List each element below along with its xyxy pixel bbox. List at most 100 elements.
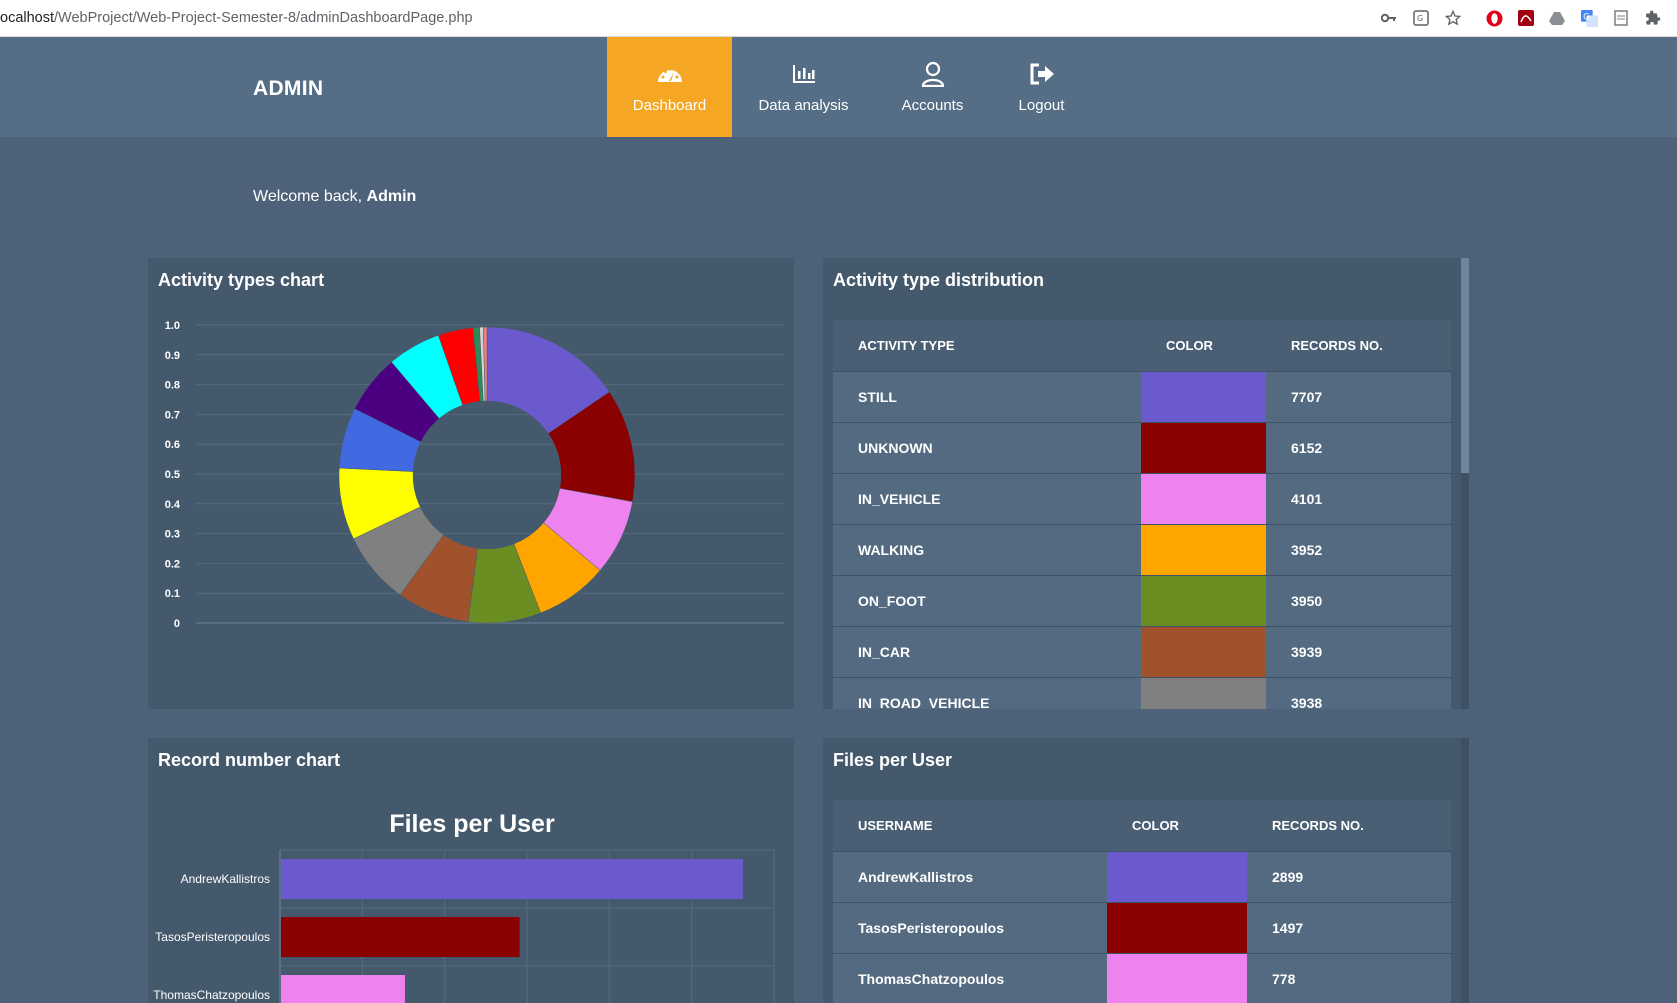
row-name: TasosPeristeropoulos <box>833 902 1107 954</box>
col-records: RECORDS NO. <box>1266 320 1451 372</box>
svg-text:G: G <box>1583 12 1590 22</box>
files-table-title: Files per User <box>833 750 953 770</box>
table-row: UNKNOWN 6152 <box>833 422 1451 474</box>
row-count: 4101 <box>1266 473 1451 525</box>
page-icon[interactable] <box>1612 9 1630 27</box>
row-count: 778 <box>1247 953 1451 1003</box>
welcome-prefix: Welcome back, <box>253 188 367 205</box>
top-navbar: ADMIN Dashboard Data analysis Accounts L… <box>0 37 1677 137</box>
url-text[interactable]: ocalhost/WebProject/Web-Project-Semester… <box>0 10 473 26</box>
y-tick-label: 0.5 <box>165 469 180 481</box>
activity-table-panel: Activity type distribution ACTIVITY TYPE… <box>823 258 1469 709</box>
y-tick-label: 0.4 <box>165 499 181 511</box>
bar-chart-title: Files per User <box>389 810 555 838</box>
row-count: 3938 <box>1266 677 1451 709</box>
table-row: IN_VEHICLE 4101 <box>833 473 1451 525</box>
row-count: 3939 <box>1266 626 1451 678</box>
bar-chart-icon <box>791 61 817 87</box>
dashboard-icon <box>656 61 684 87</box>
color-swatch <box>1141 626 1266 678</box>
color-swatch <box>1141 422 1266 474</box>
table-row: ON_FOOT 3950 <box>833 575 1451 627</box>
col-color: COLOR <box>1141 320 1266 372</box>
row-name: AndrewKallistros <box>833 851 1107 903</box>
star-icon[interactable] <box>1444 9 1462 27</box>
pdf-icon[interactable] <box>1517 9 1535 27</box>
color-swatch <box>1141 371 1266 423</box>
color-swatch <box>1141 677 1266 709</box>
y-tick-label: 0.2 <box>165 558 180 570</box>
row-count: 6152 <box>1266 422 1451 474</box>
nav-data-analysis-label: Data analysis <box>758 97 849 114</box>
scrollbar-thumb[interactable] <box>1461 258 1469 473</box>
nav-dashboard-label: Dashboard <box>632 97 707 114</box>
y-tick-label: 0 <box>174 618 180 630</box>
table-header-row: USERNAME COLOR RECORDS NO. <box>833 800 1451 852</box>
nav-accounts-label: Accounts <box>901 97 964 114</box>
puzzle-icon[interactable] <box>1644 9 1662 27</box>
activity-table-scrollbar[interactable] <box>1461 258 1469 709</box>
y-tick-label: 0.9 <box>165 350 180 362</box>
y-tick-label: 0.3 <box>165 529 180 541</box>
y-tick-label: 0.8 <box>165 380 180 392</box>
files-table: USERNAME COLOR RECORDS NO. AndrewKallist… <box>833 800 1451 1003</box>
activity-table-title: Activity type distribution <box>833 270 1045 290</box>
table-header-row: ACTIVITY TYPE COLOR RECORDS NO. <box>833 320 1451 372</box>
nav-logout[interactable]: Logout <box>979 37 1104 137</box>
translate-icon[interactable]: G <box>1412 9 1430 27</box>
files-per-user-bar-chart: Files per User AndrewKallistros TasosPeris… <box>153 810 775 1003</box>
row-count: 3952 <box>1266 524 1451 576</box>
welcome-message: Welcome back, Admin <box>253 188 416 206</box>
col-username: USERNAME <box>833 800 1107 852</box>
files-table-scrollbar[interactable] <box>1461 738 1469 1003</box>
browser-address-bar[interactable]: ocalhost/WebProject/Web-Project-Semester… <box>0 0 1677 37</box>
bar[interactable] <box>281 917 520 957</box>
row-name: WALKING <box>833 524 1141 576</box>
table-row: AndrewKallistros 2899 <box>833 851 1451 903</box>
col-activity-type: ACTIVITY TYPE <box>833 320 1141 372</box>
col-records: RECORDS NO. <box>1247 800 1451 852</box>
record-chart-panel: Record number chart Files per User Andrew… <box>148 738 794 1003</box>
drive-icon[interactable] <box>1548 9 1566 27</box>
color-swatch <box>1107 902 1247 954</box>
y-tick-label: 1.0 <box>165 320 180 332</box>
table-row: WALKING 3952 <box>833 524 1451 576</box>
translate-icon[interactable]: G <box>1580 9 1598 27</box>
bar[interactable] <box>281 975 405 1003</box>
color-swatch <box>1141 524 1266 576</box>
color-swatch <box>1107 953 1247 1003</box>
brand-title: ADMIN <box>253 77 324 100</box>
activity-table: ACTIVITY TYPE COLOR RECORDS NO. STILL 770… <box>833 320 1451 709</box>
opera-icon[interactable] <box>1485 9 1503 27</box>
nav-accounts[interactable]: Accounts <box>870 37 995 137</box>
files-table-panel: Files per User USERNAME COLOR RECORDS NO… <box>823 738 1469 1003</box>
row-count: 7707 <box>1266 371 1451 423</box>
row-name: IN_CAR <box>833 626 1141 678</box>
nav-logout-label: Logout <box>1018 97 1065 114</box>
url-path: /WebProject/Web-Project-Semester-8/admin… <box>54 10 473 26</box>
col-color: COLOR <box>1107 800 1247 852</box>
row-name: IN_ROAD_VEHICLE <box>833 677 1141 709</box>
row-name: ON_FOOT <box>833 575 1141 627</box>
nav-data-analysis[interactable]: Data analysis <box>741 37 866 137</box>
bar[interactable] <box>281 859 743 899</box>
activity-chart-panel: Activity types chart 1.0 0.9 0.8 0.7 0.6 0.5 0… <box>148 258 794 709</box>
row-count: 2899 <box>1247 851 1451 903</box>
table-row: STILL 7707 <box>833 371 1451 423</box>
table-row: ThomasChatzopoulos 778 <box>833 953 1451 1003</box>
key-icon[interactable] <box>1380 9 1398 27</box>
row-name: UNKNOWN <box>833 422 1141 474</box>
logout-icon <box>1028 61 1056 87</box>
color-swatch <box>1141 473 1266 525</box>
welcome-username: Admin <box>366 188 417 205</box>
activity-donut-chart: 1.0 0.9 0.8 0.7 0.6 0.5 0.4 0.3 0.2 0.1 0 <box>165 320 784 630</box>
row-count: 3950 <box>1266 575 1451 627</box>
table-row: TasosPeristeropoulos 1497 <box>833 902 1451 954</box>
category-label: TasosPeristeropoulos <box>155 930 270 944</box>
category-label: ThomasChatzopoulos <box>153 988 270 1002</box>
row-name: STILL <box>833 371 1141 423</box>
nav-dashboard[interactable]: Dashboard <box>607 37 732 137</box>
row-name: IN_VEHICLE <box>833 473 1141 525</box>
y-tick-label: 0.6 <box>165 439 180 451</box>
user-icon <box>921 61 945 87</box>
